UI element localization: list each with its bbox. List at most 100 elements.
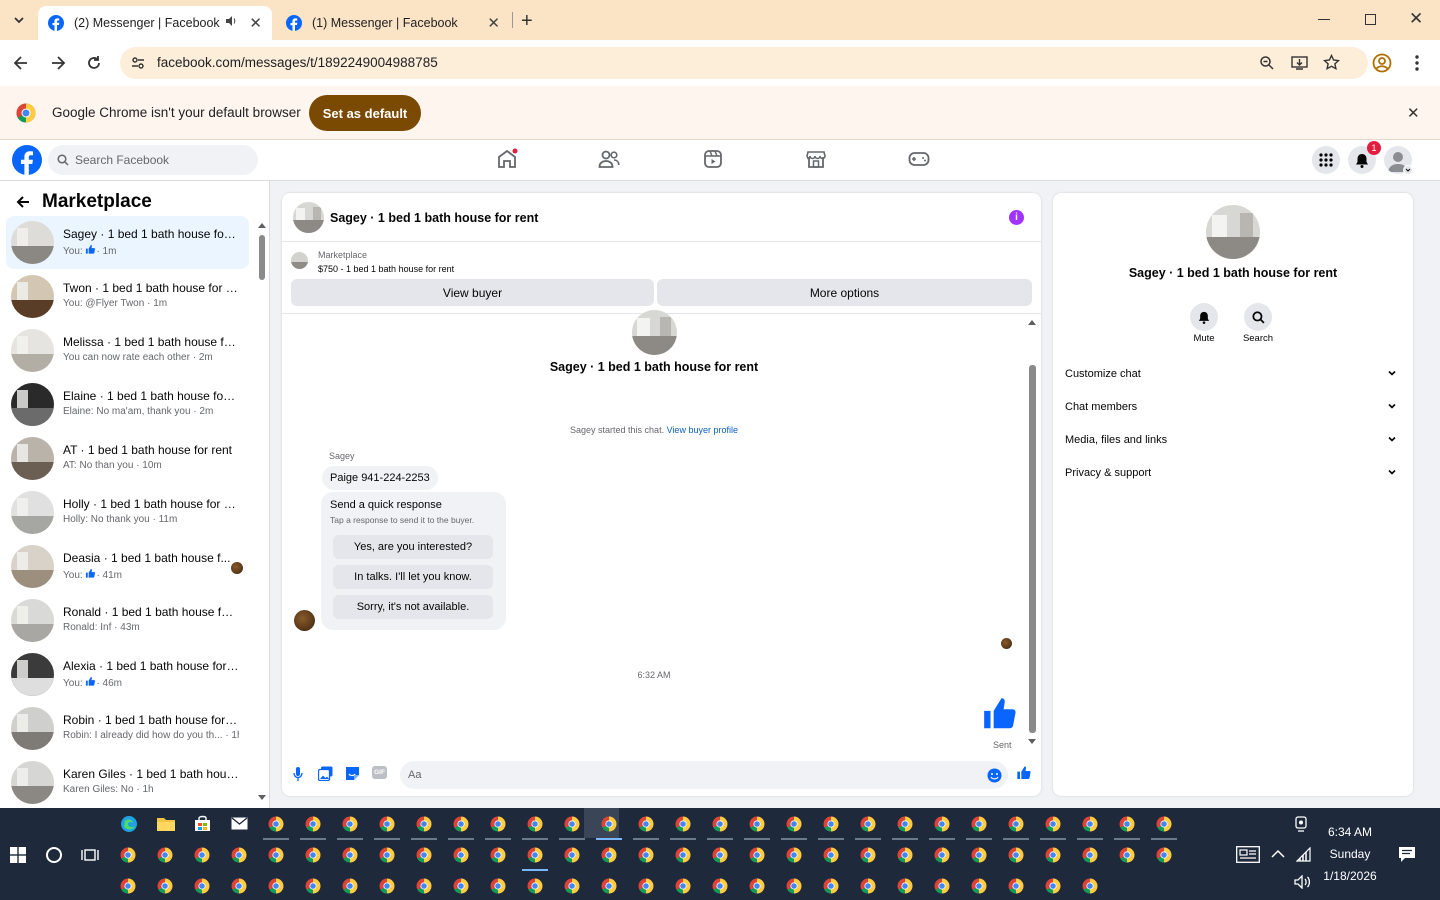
bookmark-star-icon[interactable] [1323, 54, 1340, 71]
cortana-icon[interactable] [46, 847, 62, 863]
chrome-taskbar-icon[interactable] [268, 878, 284, 894]
mail-icon[interactable] [231, 817, 248, 830]
chrome-taskbar-icon[interactable] [1156, 847, 1172, 863]
chrome-taskbar-icon[interactable] [712, 847, 728, 863]
emoji-icon[interactable] [987, 768, 1002, 783]
chrome-taskbar-icon[interactable] [490, 847, 506, 863]
start-icon[interactable] [10, 847, 26, 863]
chrome-taskbar-icon[interactable] [379, 878, 395, 894]
chrome-taskbar-icon[interactable] [564, 878, 580, 894]
conversation-item[interactable]: Robin · 1 bed 1 bath house for r... Robin… [6, 702, 249, 755]
chrome-taskbar-icon[interactable] [971, 847, 987, 863]
marketplace-nav-icon[interactable] [806, 149, 826, 169]
chrome-taskbar-icon[interactable] [675, 816, 691, 832]
chrome-taskbar-icon[interactable] [712, 816, 728, 832]
chrome-taskbar-icon[interactable] [1082, 878, 1098, 894]
chrome-taskbar-icon[interactable] [527, 878, 543, 894]
chrome-taskbar-icon[interactable] [416, 847, 432, 863]
chrome-taskbar-icon[interactable] [1045, 878, 1061, 894]
tab-messenger-active[interactable]: (2) Messenger | Facebook ✕ [38, 6, 272, 40]
chrome-taskbar-icon[interactable] [749, 847, 765, 863]
quick-response-option[interactable]: Sorry, it's not available. [333, 595, 493, 619]
conversation-item[interactable]: Sagey · 1 bed 1 bath house for r... You: … [6, 216, 249, 269]
chrome-taskbar-icon[interactable] [194, 878, 210, 894]
info-button[interactable]: i [1009, 210, 1024, 225]
chrome-taskbar-icon[interactable] [1082, 847, 1098, 863]
chrome-taskbar-icon[interactable] [601, 878, 617, 894]
chrome-taskbar-icon[interactable] [490, 878, 506, 894]
chat-title[interactable]: Sagey · 1 bed 1 bath house for rent [330, 211, 538, 225]
chrome-taskbar-icon[interactable] [897, 816, 913, 832]
friends-nav-icon[interactable] [598, 149, 620, 169]
chrome-taskbar-icon[interactable] [305, 816, 321, 832]
profile-icon[interactable] [1372, 53, 1392, 73]
close-tab-icon[interactable]: ✕ [249, 14, 262, 32]
microphone-icon[interactable] [293, 767, 303, 781]
message-input[interactable]: Aa [400, 761, 1008, 789]
search-in-chat-button[interactable] [1244, 303, 1272, 331]
facebook-search-input[interactable]: Search Facebook [48, 145, 258, 175]
minimize-icon[interactable] [1318, 19, 1330, 20]
chrome-taskbar-icon[interactable] [453, 878, 469, 894]
chrome-taskbar-icon[interactable] [675, 847, 691, 863]
volume-icon[interactable] [1294, 875, 1312, 889]
chat-scroll-down-icon[interactable] [1028, 739, 1036, 744]
edge-icon[interactable] [120, 815, 138, 833]
chrome-taskbar-icon[interactable] [971, 878, 987, 894]
sidebar-scrollbar-thumb[interactable] [259, 235, 265, 280]
chrome-taskbar-icon[interactable] [934, 878, 950, 894]
chrome-taskbar-icon[interactable] [934, 847, 950, 863]
sender-avatar[interactable] [294, 610, 315, 631]
menu-grid-button[interactable] [1312, 146, 1340, 174]
chrome-taskbar-icon[interactable] [638, 847, 654, 863]
address-bar[interactable]: facebook.com/messages/t/1892249004988785 [120, 47, 1368, 79]
file-explorer-icon[interactable] [157, 816, 175, 831]
gif-icon[interactable]: GIF [372, 766, 387, 779]
meet-now-icon[interactable] [1294, 816, 1308, 832]
chrome-taskbar-icon[interactable] [786, 816, 802, 832]
install-app-icon[interactable] [1291, 55, 1308, 71]
chrome-taskbar-icon[interactable] [860, 878, 876, 894]
set-as-default-button[interactable]: Set as default [309, 95, 421, 131]
chrome-taskbar-icon[interactable] [157, 847, 173, 863]
chrome-taskbar-icon[interactable] [786, 878, 802, 894]
chrome-taskbar-icon[interactable] [1045, 847, 1061, 863]
reload-icon[interactable] [85, 54, 103, 72]
chrome-taskbar-icon[interactable] [305, 847, 321, 863]
more-options-button[interactable]: More options [657, 279, 1032, 306]
chrome-taskbar-icon[interactable] [120, 878, 136, 894]
chrome-taskbar-icon[interactable] [527, 847, 543, 863]
chrome-taskbar-icon[interactable] [453, 816, 469, 832]
facebook-logo-icon[interactable] [12, 145, 42, 175]
network-icon[interactable] [1296, 847, 1311, 862]
info-section-media-files-and-links[interactable]: Media, files and links [1065, 430, 1401, 452]
chrome-taskbar-icon[interactable] [1082, 816, 1098, 832]
chrome-taskbar-icon[interactable] [416, 816, 432, 832]
back-arrow-icon[interactable] [15, 194, 31, 210]
chrome-taskbar-icon[interactable] [823, 816, 839, 832]
chrome-taskbar-icon[interactable] [527, 816, 543, 832]
chrome-taskbar-icon[interactable] [749, 878, 765, 894]
back-icon[interactable] [12, 54, 30, 72]
tab-search-button[interactable] [8, 10, 30, 30]
listing-thumbnail[interactable] [291, 252, 308, 269]
chrome-taskbar-icon[interactable] [342, 816, 358, 832]
conversation-item[interactable]: Deasia · 1 bed 1 bath house f... You: · 4… [6, 540, 249, 593]
chat-scrollbar-thumb[interactable] [1029, 365, 1036, 733]
info-section-privacy-support[interactable]: Privacy & support [1065, 463, 1401, 485]
photo-icon[interactable] [318, 766, 333, 781]
chrome-taskbar-icon[interactable] [120, 847, 136, 863]
chrome-taskbar-icon[interactable] [1119, 847, 1135, 863]
view-buyer-button[interactable]: View buyer [291, 279, 654, 306]
chrome-taskbar-icon[interactable] [638, 816, 654, 832]
chrome-taskbar-icon[interactable] [860, 847, 876, 863]
chrome-taskbar-icon[interactable] [601, 816, 617, 832]
chrome-taskbar-icon[interactable] [638, 878, 654, 894]
chrome-taskbar-icon[interactable] [1045, 816, 1061, 832]
info-section-customize-chat[interactable]: Customize chat [1065, 364, 1401, 386]
sticker-icon[interactable] [345, 766, 360, 781]
quick-response-option[interactable]: Yes, are you interested? [333, 535, 493, 559]
conversation-item[interactable]: Melissa · 1 bed 1 bath house for... You c… [6, 324, 249, 377]
chrome-taskbar-icon[interactable] [1008, 878, 1024, 894]
chrome-taskbar-icon[interactable] [786, 847, 802, 863]
